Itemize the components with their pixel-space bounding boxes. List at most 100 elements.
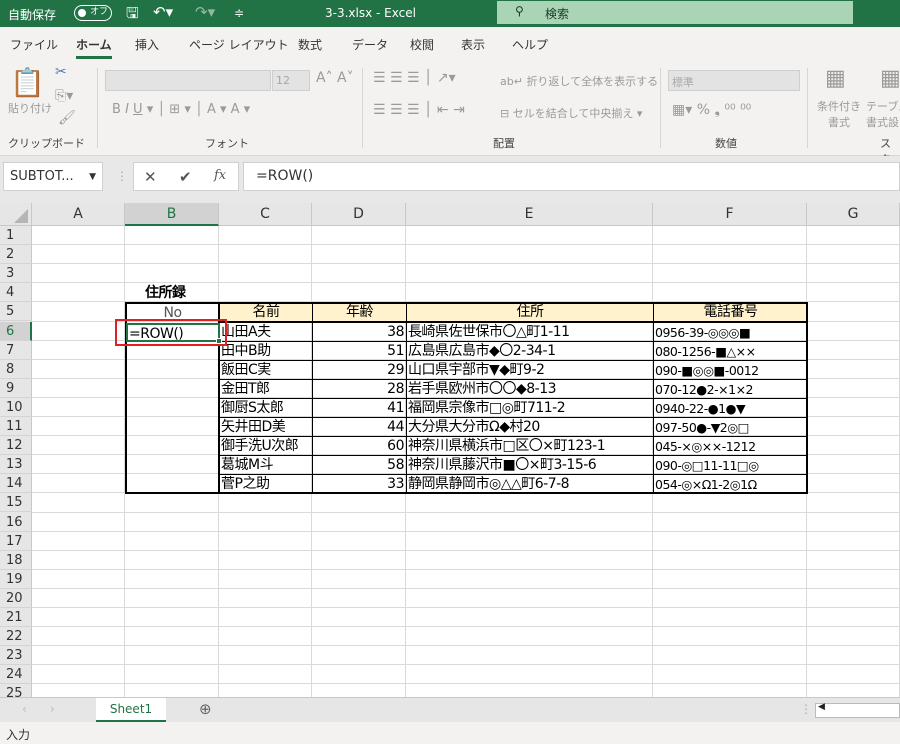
row-header-6[interactable]: 6 <box>0 321 32 341</box>
name-cell[interactable]: 飯田C実 <box>219 359 313 380</box>
menu-tab[interactable]: 数式 <box>298 36 322 53</box>
menu-tab[interactable]: 表示 <box>461 36 485 53</box>
format-painter-icon[interactable]: 🖌 <box>58 110 76 126</box>
number-format-dropdown[interactable]: 標準 <box>668 70 800 91</box>
address-cell[interactable]: 福岡県宗像市□◎町711-2 <box>406 397 654 418</box>
address-cell[interactable]: 広島県広島市◆〇2-34-1 <box>406 340 654 361</box>
row-header-19[interactable]: 19 <box>0 570 32 589</box>
column-header-a[interactable]: A <box>32 203 125 226</box>
copy-icon[interactable]: ⎘▾ <box>55 88 73 104</box>
phone-cell[interactable]: 054-◎×Ω1-2◎1Ω <box>653 474 808 495</box>
search-box[interactable]: ⚲ 検索 <box>497 1 853 24</box>
row-header-9[interactable]: 9 <box>0 379 32 398</box>
row-header-2[interactable]: 2 <box>0 245 32 265</box>
add-sheet-icon[interactable]: ⊕ <box>199 700 212 718</box>
chevron-down-icon[interactable]: ▼ <box>89 172 96 182</box>
table-format-icon[interactable]: ▦ <box>880 66 900 91</box>
worksheet-grid[interactable]: 住所録 No 名前 年齢 住所 電話番号 山田A夫 38 長崎県佐世保市〇△町1-11 0956-… <box>32 226 900 697</box>
menu-tab[interactable]: ヘルプ <box>512 36 548 53</box>
scroll-left-icon[interactable]: ‹ <box>22 702 27 716</box>
row-header-23[interactable]: 23 <box>0 646 32 666</box>
column-header-f[interactable]: F <box>653 203 807 226</box>
row-header-20[interactable]: 20 <box>0 589 32 608</box>
wrap-text-button[interactable]: ab↵ 折り返して全体を表示する <box>500 73 658 89</box>
row-header-22[interactable]: 22 <box>0 627 32 647</box>
menu-tab[interactable]: ページ レイアウト <box>189 36 289 53</box>
menu-tab[interactable]: 挿入 <box>135 36 159 53</box>
formula-input[interactable]: =ROW() <box>243 162 900 191</box>
row-header-10[interactable]: 10 <box>0 398 32 417</box>
row-header-24[interactable]: 24 <box>0 665 32 685</box>
menu-tab[interactable]: ファイル <box>10 36 58 53</box>
phone-cell[interactable]: 097-50●-▼2◎□ <box>653 417 808 438</box>
name-cell[interactable]: 葛城M斗 <box>219 455 313 476</box>
column-header-g[interactable]: G <box>807 203 900 226</box>
menu-tab[interactable]: データ <box>352 36 388 53</box>
row-header-14[interactable]: 14 <box>0 474 32 494</box>
row-header-21[interactable]: 21 <box>0 608 32 627</box>
phone-cell[interactable]: 070-12●2-×1×2 <box>653 378 808 399</box>
row-header-4[interactable]: 4 <box>0 283 32 303</box>
age-cell[interactable]: 44 <box>312 417 407 438</box>
age-cell[interactable]: 60 <box>312 436 407 457</box>
undo-icon[interactable]: ↶▾ <box>153 3 173 21</box>
cut-icon[interactable]: ✂ <box>55 64 67 80</box>
age-cell[interactable]: 41 <box>312 397 407 418</box>
row-header-1[interactable]: 1 <box>0 226 32 245</box>
name-cell[interactable]: 菅P之助 <box>219 474 313 495</box>
conditional-format-button[interactable]: 条件付き 書式 <box>817 98 861 130</box>
column-header-e[interactable]: E <box>406 203 653 226</box>
horizontal-scrollbar[interactable]: ◀ <box>815 702 900 718</box>
row-header-11[interactable]: 11 <box>0 417 32 436</box>
conditional-format-icon[interactable]: ▦ <box>825 66 846 91</box>
name-box[interactable]: SUBTOT... ▼ <box>3 162 103 191</box>
column-header-b[interactable]: B <box>125 203 219 226</box>
phone-cell[interactable]: 045-×◎××-1212 <box>653 436 808 457</box>
select-all-button[interactable] <box>0 203 32 226</box>
address-cell[interactable]: 山口県宇部市▼◆町9-2 <box>406 359 654 380</box>
vertical-align-icons[interactable]: ☰ ☰ ☰ │ ↗▾ <box>373 70 456 86</box>
age-cell[interactable]: 33 <box>312 474 407 495</box>
row-header-5[interactable]: 5 <box>0 302 32 322</box>
address-cell[interactable]: 静岡県静岡市◎△△町6-7-8 <box>406 474 654 495</box>
row-header-3[interactable]: 3 <box>0 264 32 284</box>
enter-icon[interactable]: ✔ <box>179 168 192 186</box>
address-cell[interactable]: 長崎県佐世保市〇△町1-11 <box>406 321 654 342</box>
address-cell[interactable]: 神奈川県横浜市□区〇×町123-1 <box>406 436 654 457</box>
name-cell[interactable]: 御手洗U次郎 <box>219 436 313 457</box>
row-header-7[interactable]: 7 <box>0 341 32 360</box>
age-cell[interactable]: 38 <box>312 321 407 342</box>
phone-cell[interactable]: 0940-22-●1●▼ <box>653 397 808 418</box>
splitter-icon[interactable]: ⋮ <box>800 702 812 716</box>
phone-cell[interactable]: 090-■◎◎■-0012 <box>653 359 808 380</box>
row-header-16[interactable]: 16 <box>0 513 32 532</box>
row-header-18[interactable]: 18 <box>0 551 32 570</box>
name-cell[interactable]: 金田T郎 <box>219 378 313 399</box>
redo-icon[interactable]: ↷▾ <box>195 3 215 21</box>
save-icon[interactable]: 🖫 <box>126 3 139 28</box>
phone-cell[interactable]: 080-1256-■△×× <box>653 340 808 361</box>
row-header-15[interactable]: 15 <box>0 493 32 513</box>
phone-cell[interactable]: 090-◎□11-11□◎ <box>653 455 808 476</box>
age-cell[interactable]: 51 <box>312 340 407 361</box>
insert-function-icon[interactable]: fx <box>214 168 226 183</box>
sheet-tab-sheet1[interactable]: Sheet1 <box>96 698 166 722</box>
address-cell[interactable]: 大分県大分市Ω◆村20 <box>406 417 654 438</box>
row-header-8[interactable]: 8 <box>0 360 32 379</box>
menu-tab[interactable]: 校閲 <box>410 36 434 53</box>
row-header-17[interactable]: 17 <box>0 532 32 551</box>
row-header-13[interactable]: 13 <box>0 455 32 475</box>
age-cell[interactable]: 29 <box>312 359 407 380</box>
font-name-dropdown[interactable] <box>105 70 271 91</box>
font-size-dropdown[interactable]: 12 <box>272 70 310 91</box>
menu-tab[interactable]: ホーム <box>76 36 112 59</box>
number-format-icons[interactable]: ▦▾ % ❟ ⁰⁰ ⁰⁰ <box>672 102 751 118</box>
horizontal-align-icons[interactable]: ☰ ☰ ☰ │ ⇤ ⇥ <box>373 102 465 118</box>
paste-button[interactable]: 貼り付け <box>8 100 52 116</box>
row-header-12[interactable]: 12 <box>0 436 32 456</box>
address-cell[interactable]: 神奈川県藤沢市■〇×町3-15-6 <box>406 455 654 476</box>
age-cell[interactable]: 28 <box>312 378 407 399</box>
name-cell[interactable]: 御厨S太郎 <box>219 397 313 418</box>
scroll-right-icon[interactable]: › <box>50 702 55 716</box>
font-style-buttons[interactable]: B I U ▾ │ ⊞ ▾ │ A ▾ A ▾ <box>112 102 250 117</box>
